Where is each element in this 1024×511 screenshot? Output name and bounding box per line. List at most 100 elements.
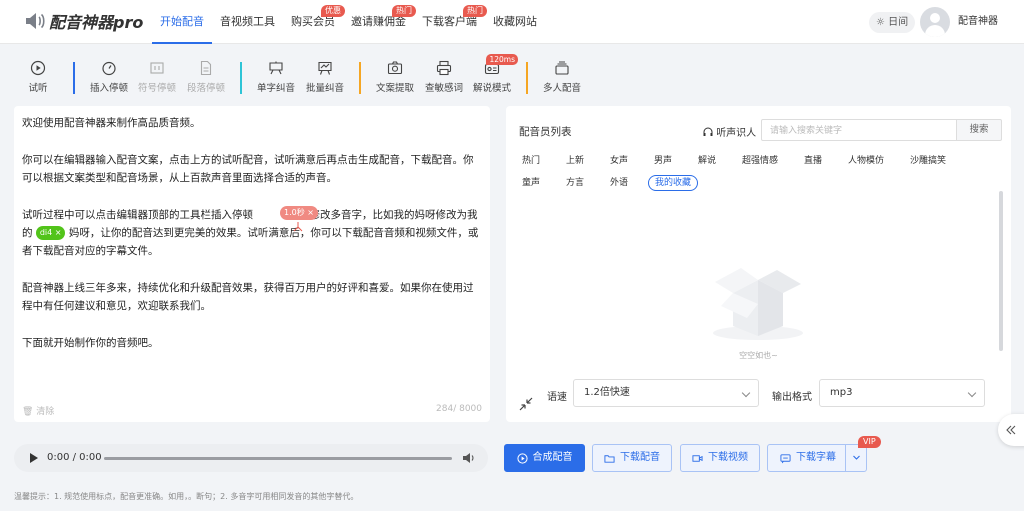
- usage-hint: 温馨提示：1. 规范使用标点，配音更准确。如用，。断句；2. 多音字可用相同发音…: [14, 492, 359, 501]
- clear-button[interactable]: 🗑 清除: [22, 404, 54, 417]
- listen-identify-button[interactable]: 听声识人: [703, 124, 756, 139]
- nav-bookmark-site[interactable]: 收藏网站: [485, 0, 545, 44]
- category-tab[interactable]: 女声: [604, 153, 648, 169]
- nav-label: 音视频工具: [220, 15, 275, 28]
- toolbar-divider: [359, 62, 361, 94]
- user-name[interactable]: 配音神器: [958, 0, 998, 44]
- latency-badge: 120ms: [486, 54, 518, 65]
- category-row-2: 童声 方言 外语 我的收藏: [516, 175, 699, 191]
- nav-download-client[interactable]: 下载客户端 热门: [414, 0, 487, 44]
- synthesize-label: 合成配音: [532, 452, 573, 463]
- tool-label: 文案提取: [375, 83, 414, 94]
- document-icon: [198, 60, 214, 76]
- nav-av-tools[interactable]: 音视频工具: [212, 0, 283, 44]
- synthesize-button[interactable]: 合成配音: [504, 444, 585, 472]
- download-video-button[interactable]: 下载视频: [680, 444, 760, 472]
- logo[interactable]: 配音神器pro: [22, 9, 143, 33]
- editor-paragraph: 试听过程中可以点击编辑器顶部的工具栏插入停顿 ，修改多音字，比如我的妈呀修改为我的…: [22, 206, 482, 260]
- play-circle-icon: [30, 60, 46, 76]
- chevron-down-icon: [741, 388, 751, 398]
- side-collapse-button[interactable]: [998, 414, 1024, 446]
- pause-tag[interactable]: 1.0秒 ×: [280, 206, 318, 220]
- voice-search-input[interactable]: [761, 119, 957, 141]
- format-select[interactable]: mp3: [819, 379, 985, 407]
- sensitive-check-button[interactable]: 查敏感词: [418, 60, 470, 94]
- insert-pause-button[interactable]: 插入停顿: [83, 60, 135, 94]
- category-tab[interactable]: 外语: [604, 175, 648, 191]
- single-correct-button[interactable]: 单字纠音: [250, 60, 302, 94]
- timer-icon: [101, 60, 117, 76]
- polyphone-tag[interactable]: di4 ×: [35, 226, 66, 240]
- editor-text-segment: 妈呀，让你的配音达到更完美的效果。试听满意后，你可以下载配音音频和视频文件，或者…: [22, 227, 479, 257]
- tool-label: 查敏感词: [424, 83, 463, 94]
- play-circle-icon: [516, 452, 528, 464]
- avatar[interactable]: [920, 7, 950, 37]
- pause-marker-icon: [293, 222, 303, 232]
- nav-badge: 热门: [463, 5, 487, 17]
- paragraph-pause-button[interactable]: 段落停顿: [180, 60, 232, 94]
- logo-speaker-icon: [26, 13, 45, 29]
- char-count: 284/ 8000: [436, 404, 482, 414]
- toolbar-divider: [73, 62, 75, 94]
- download-subtitle-button[interactable]: 下载字幕: [767, 444, 867, 472]
- listen-button[interactable]: 试听: [12, 60, 64, 94]
- category-tab-favorites[interactable]: 我的收藏: [648, 175, 699, 191]
- clear-label: 清除: [36, 407, 55, 417]
- audio-player: 0:00 / 0:00: [14, 444, 488, 472]
- folder-icon: [604, 454, 615, 463]
- category-tab[interactable]: 超强情感: [736, 153, 798, 169]
- progress-bar[interactable]: [104, 457, 452, 460]
- text-extract-button[interactable]: 文案提取: [369, 60, 421, 94]
- nav-buy-membership[interactable]: 购买会员 优惠: [283, 0, 345, 44]
- empty-box-icon: [713, 268, 803, 340]
- narrate-mode-button[interactable]: 120ms 解说模式: [466, 54, 518, 94]
- voice-panel: 配音员列表 听声识人 搜索 热门 上新 女声 男声 解说 超强情感 直播 人物模…: [506, 106, 1011, 422]
- nav-badge: 热门: [392, 5, 416, 17]
- tool-label: 插入停顿: [89, 83, 128, 94]
- category-tab[interactable]: 沙雕搞笑: [904, 153, 958, 169]
- speed-value: 1.2倍快速: [584, 387, 630, 398]
- main-nav: 开始配音 音视频工具 购买会员 优惠 邀请赚佣金 热门 下载客户端 热门 收藏网站: [152, 0, 545, 44]
- format-value: mp3: [830, 387, 853, 398]
- speed-select[interactable]: 1.2倍快速: [573, 379, 759, 407]
- play-icon[interactable]: [30, 453, 38, 463]
- nav-label: 收藏网站: [493, 15, 537, 28]
- nav-badge: 优惠: [321, 5, 345, 17]
- category-tab[interactable]: 热门: [516, 153, 560, 169]
- board-icon: [268, 60, 284, 76]
- top-header: 配音神器pro 开始配音 音视频工具 购买会员 优惠 邀请赚佣金 热门 下载客户端热…: [0, 0, 1024, 44]
- split-divider: [845, 445, 846, 471]
- category-tab[interactable]: 上新: [560, 153, 604, 169]
- category-row-1: 热门 上新 女声 男声 解说 超强情感 直播 人物模仿 沙雕搞笑: [516, 153, 958, 169]
- download-audio-button[interactable]: 下载配音: [592, 444, 672, 472]
- headphones-icon: [703, 127, 713, 136]
- search-button[interactable]: 搜索: [956, 119, 1002, 141]
- theme-toggle-button[interactable]: ☼ 日间: [869, 12, 916, 33]
- listen-identify-label: 听声识人: [716, 128, 757, 139]
- nav-invite-commission[interactable]: 邀请赚佣金 热门: [343, 0, 416, 44]
- scrollbar[interactable]: [999, 191, 1003, 351]
- category-tab[interactable]: 解说: [692, 153, 736, 169]
- nav-label: 开始配音: [160, 15, 204, 28]
- editor-content[interactable]: 欢迎使用配音神器来制作高品质音频。 你可以在编辑器输入配音文案，点击上方的试听配…: [22, 114, 482, 371]
- editor-toolbar: 试听 插入停顿 符号停顿 段落停顿 单字纠音 批量纠音 文案提取 查敏感词 12…: [0, 50, 1024, 100]
- chevron-down-icon[interactable]: [852, 453, 861, 462]
- text-editor[interactable]: 欢迎使用配音神器来制作高品质音频。 你可以在编辑器输入配音文案，点击上方的试听配…: [14, 106, 490, 422]
- nav-start-dubbing[interactable]: 开始配音: [152, 0, 212, 44]
- volume-icon[interactable]: [462, 452, 476, 464]
- stack-icon: [554, 60, 570, 76]
- category-tab[interactable]: 直播: [798, 153, 842, 169]
- shrink-arrows-icon[interactable]: [518, 396, 534, 412]
- tool-label: 单字纠音: [256, 83, 295, 94]
- symbol-pause-icon: [149, 60, 165, 76]
- category-tab[interactable]: 童声: [516, 175, 560, 191]
- category-tab[interactable]: 男声: [648, 153, 692, 169]
- symbol-pause-button[interactable]: 符号停顿: [131, 60, 183, 94]
- category-tab[interactable]: 人物模仿: [842, 153, 904, 169]
- editor-text-segment: 试听过程中可以点击编辑器顶部的工具栏插入停顿: [22, 209, 253, 221]
- category-tab[interactable]: 方言: [560, 175, 604, 191]
- toolbar-divider: [240, 62, 242, 94]
- batch-correct-button[interactable]: 批量纠音: [299, 60, 351, 94]
- multi-voice-button[interactable]: 多人配音: [536, 60, 588, 94]
- editor-paragraph: 下面就开始制作你的音频吧。: [22, 337, 159, 349]
